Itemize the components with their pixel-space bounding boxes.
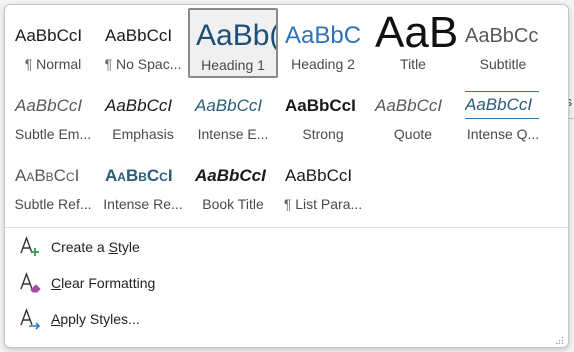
style-tile-label: ¶ Normal: [9, 56, 97, 72]
style-tile-emphasis[interactable]: AaBbCcI Emphasis: [98, 78, 188, 148]
paragraph-mark-icon: ¶: [104, 56, 113, 72]
style-name: Book Title: [202, 196, 264, 212]
style-tile-listpara[interactable]: AaBbCcI ¶ List Para...: [278, 148, 368, 218]
style-preview-text: AaBbCcI: [105, 96, 173, 115]
style-tile-label: Title: [369, 56, 457, 72]
style-tile-label: Intense Re...: [99, 196, 187, 212]
style-tile-label: Subtle Ref...: [9, 196, 97, 212]
clear-formatting-icon: [20, 271, 41, 293]
style-tile-label: Heading 2: [279, 56, 367, 72]
style-preview-text: AaBbCcI: [15, 26, 83, 45]
style-preview-text: AaBbCcI: [375, 96, 443, 115]
style-preview-text: AaBbCcI: [465, 91, 539, 119]
style-name: Subtle Ref...: [14, 196, 92, 212]
styles-gallery: AaBbCcI ¶ Normal AaBbCcI ¶ No Spac... AaBb( H…: [8, 7, 568, 221]
clear-formatting-command[interactable]: Clear Formatting: [5, 266, 568, 300]
style-preview-text: AaBbCcI: [105, 166, 173, 185]
style-tile-normal[interactable]: AaBbCcI ¶ Normal: [8, 8, 98, 78]
paragraph-mark-icon: ¶: [283, 196, 292, 212]
style-preview-text: AaBb(: [196, 19, 276, 52]
style-preview-text: AaBbC: [285, 22, 362, 49]
style-name: Quote: [393, 126, 433, 142]
styles-gallery-panel: AaBbCcI ¶ Normal AaBbCcI ¶ No Spac... AaBb( H…: [4, 4, 569, 348]
style-tile-label: Intense Q...: [459, 126, 547, 142]
apply-styles-command[interactable]: Apply Styles...: [5, 302, 568, 336]
style-name: Heading 1: [201, 57, 265, 73]
style-preview-text: AaBbCc: [465, 25, 539, 47]
style-tile-label: ¶ No Spac...: [99, 56, 187, 72]
style-tile-h1[interactable]: AaBb( Heading 1: [188, 8, 278, 78]
style-tile-label: Intense E...: [189, 126, 277, 142]
create-style-command[interactable]: Create a Style: [5, 230, 568, 264]
style-tile-quote[interactable]: AaBbCcI Quote: [368, 78, 458, 148]
style-preview-text: AaBbCcI: [15, 96, 83, 115]
style-tile-label: ¶ List Para...: [279, 196, 367, 212]
style-preview-text: AaB: [375, 11, 457, 55]
resize-grip-icon[interactable]: [556, 336, 564, 344]
style-preview-text: AaBbCcI: [195, 96, 263, 115]
style-tile-label: Quote: [369, 126, 457, 142]
style-tile-label: Emphasis: [99, 126, 187, 142]
style-tile-strong[interactable]: AaBbCcI Strong: [278, 78, 368, 148]
style-name: Intense Q...: [466, 126, 540, 142]
style-name: Strong: [302, 126, 344, 142]
style-tile-intenseref[interactable]: AaBbCcI Intense Re...: [98, 148, 188, 218]
style-tile-label: Subtitle: [459, 56, 547, 72]
style-name: Normal: [36, 56, 82, 72]
style-preview-text: AaBbCcI: [15, 166, 80, 185]
apply-styles-label: Apply Styles...: [51, 311, 140, 327]
style-name: Heading 2: [291, 56, 355, 72]
style-name: Intense E...: [197, 126, 269, 142]
style-tile-intensee[interactable]: AaBbCcI Intense E...: [188, 78, 278, 148]
style-name: Subtle Em...: [14, 126, 92, 142]
style-tile-label: Heading 1: [190, 57, 276, 73]
style-tile-label: Strong: [279, 126, 367, 142]
style-name: List Para...: [295, 196, 363, 212]
style-preview-text: AaBbCcI: [285, 166, 353, 185]
paragraph-mark-icon: ¶: [24, 56, 33, 72]
style-tile-booktitle[interactable]: AaBbCcI Book Title: [188, 148, 278, 218]
style-tile-intenseq[interactable]: AaBbCcI Intense Q...: [458, 78, 548, 148]
style-name: Intense Re...: [103, 196, 183, 212]
create-style-label: Create a Style: [51, 239, 140, 255]
style-tile-subtleem[interactable]: AaBbCcI Subtle Em...: [8, 78, 98, 148]
style-preview-text: AaBbCcI: [285, 96, 356, 115]
style-tile-nospacing[interactable]: AaBbCcI ¶ No Spac...: [98, 8, 188, 78]
style-tile-title[interactable]: AaB Title: [368, 8, 458, 78]
create-style-icon: [20, 235, 39, 256]
style-name: Title: [400, 56, 426, 72]
apply-styles-icon: [20, 307, 41, 330]
style-tile-label: Subtle Em...: [9, 126, 97, 142]
style-name: Emphasis: [112, 126, 174, 142]
style-preview-text: AaBbCcI: [195, 166, 266, 185]
clear-formatting-label: Clear Formatting: [51, 275, 156, 291]
style-preview-text: AaBbCcI: [105, 26, 173, 45]
style-tile-subtitle[interactable]: AaBbCc Subtitle: [458, 8, 548, 78]
style-tile-h2[interactable]: AaBbC Heading 2: [278, 8, 368, 78]
style-name: No Spac...: [116, 56, 182, 72]
menu-separator: [5, 227, 568, 228]
style-name: Subtitle: [479, 56, 527, 72]
style-tile-label: Book Title: [189, 196, 277, 212]
style-tile-subtleref[interactable]: AaBbCcI Subtle Ref...: [8, 148, 98, 218]
